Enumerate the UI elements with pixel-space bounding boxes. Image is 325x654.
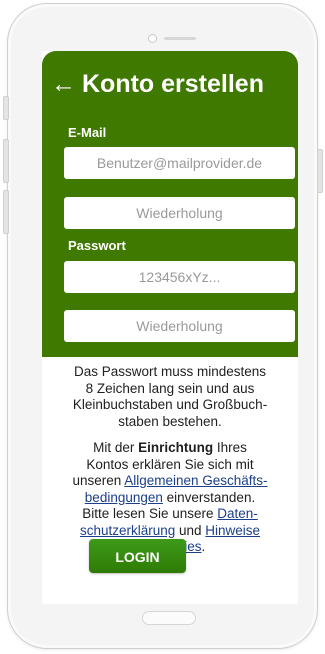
terms-link[interactable]: Allgemeinen Geschäfts- [124,473,267,488]
consent-line: schutzerklärung und Hinweise [79,522,261,538]
page-title: Konto erstellen [82,70,264,98]
consent-line: unseren Allgemeinen Geschäfts- [72,473,268,488]
consent-line: Bitte lesen Sie unsere Daten- [82,506,258,521]
side-button [3,96,9,120]
password-label: Passwort [68,238,126,253]
rules-line: Das Passwort muss mindestens [73,364,267,379]
side-button [3,139,9,183]
consent-line: Mit der Einrichtung Ihres [93,440,247,455]
password-repeat-field[interactable] [64,310,295,342]
privacy-link[interactable]: schutzerklärung [80,523,175,538]
consent-line: bedingungen einverstanden. [84,489,256,505]
privacy-link[interactable]: Daten- [217,506,258,521]
speaker-grille [164,37,196,40]
password-rules-text: Das Passwort muss mindestens 8 Zeichen l… [42,364,298,430]
camera-icon [148,34,157,43]
consent-line: Kontos erklären Sie sich mit [86,456,254,472]
terms-link[interactable]: bedingungen [85,490,163,505]
side-button [317,149,323,193]
page-title-row: ← Konto erstellen [51,69,264,99]
consent-bold: Einrichtung [138,440,214,455]
screen: ←Konto erstellen E-Mail Passwort Das Pas… [42,51,298,604]
login-button[interactable]: LOGIN [89,539,186,573]
email-label: E-Mail [68,125,107,140]
back-arrow-icon[interactable]: ← [51,69,76,99]
home-button [142,611,196,625]
password-field[interactable] [64,261,295,293]
email-field[interactable] [64,147,295,179]
cookies-link[interactable]: Hinweise [205,523,260,538]
rules-line: Kleinbuchstaben und Großbuch- [72,397,268,412]
rules-line: staben bestehen. [118,413,222,429]
side-button [3,190,9,234]
email-repeat-field[interactable] [64,197,295,229]
signup-panel: ←Konto erstellen E-Mail Passwort [42,51,298,357]
rules-line: 8 Zeichen lang sein und aus [85,380,255,396]
